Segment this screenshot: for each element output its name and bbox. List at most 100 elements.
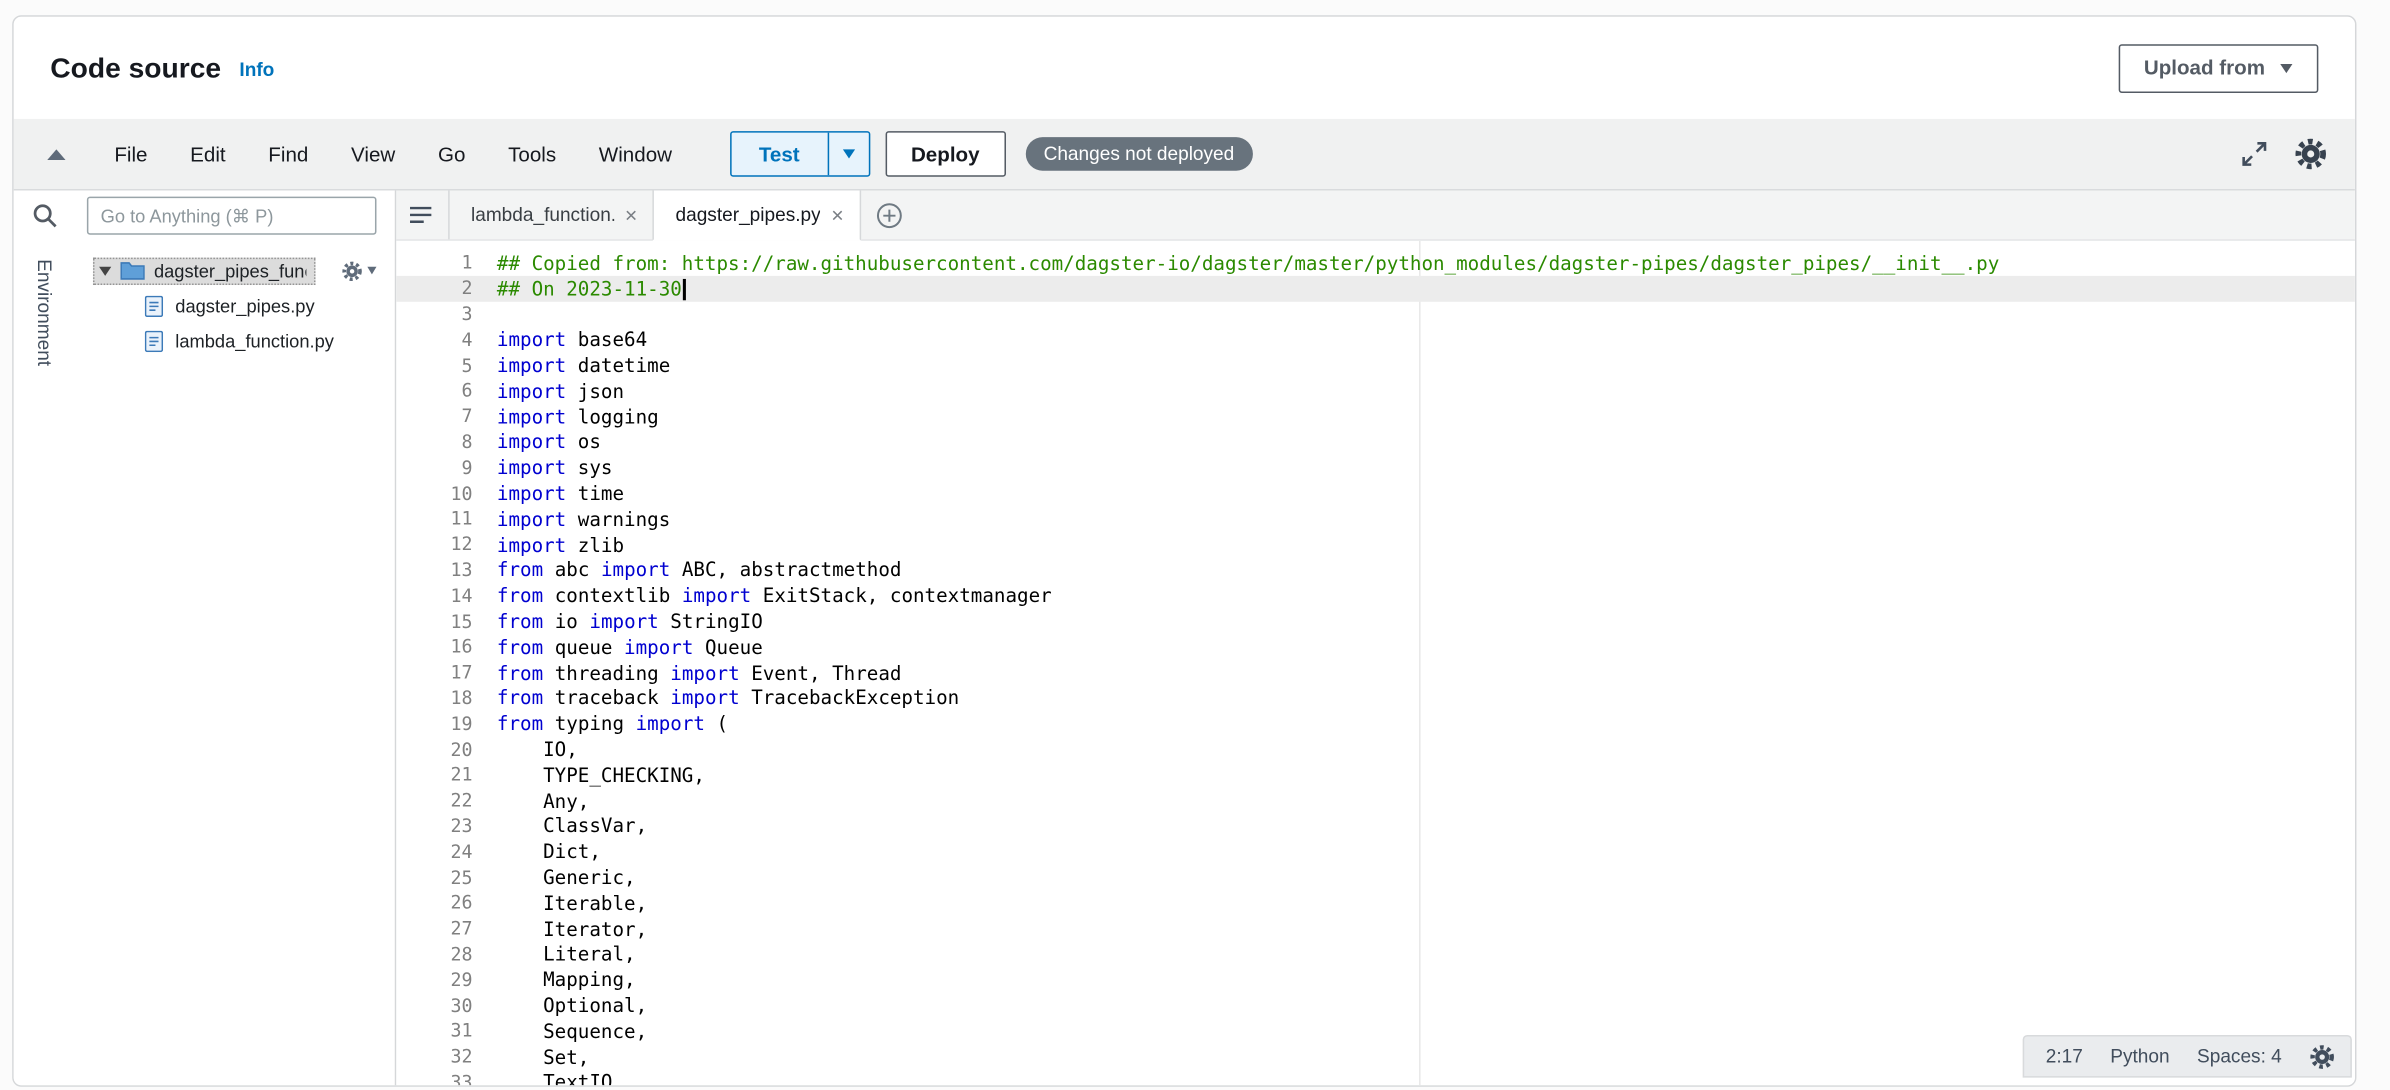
python-file-icon (145, 330, 163, 351)
deploy-button[interactable]: Deploy (885, 131, 1005, 177)
tab-dagster-pipes[interactable]: dagster_pipes.py × (653, 191, 861, 241)
line-number[interactable]: 9 (396, 457, 475, 478)
language-mode[interactable]: Python (2110, 1046, 2169, 1067)
line-number[interactable]: 2 (396, 278, 475, 299)
line-number[interactable]: 6 (396, 380, 475, 401)
search-button[interactable] (31, 203, 57, 229)
line-number[interactable]: 10 (396, 483, 475, 504)
line-number[interactable]: 21 (396, 764, 475, 785)
new-tab-button[interactable] (861, 191, 917, 240)
line-number[interactable]: 1 (396, 252, 475, 273)
line-number[interactable]: 3 (396, 303, 475, 324)
tree-file-row[interactable]: dagster_pipes.py (75, 288, 395, 323)
code-line[interactable]: 26 Iterable, (396, 890, 2355, 916)
code-line[interactable]: 12import zlib (396, 532, 2355, 558)
line-number[interactable]: 31 (396, 1020, 475, 1041)
line-number[interactable]: 13 (396, 559, 475, 580)
menu-window[interactable]: Window (577, 133, 693, 174)
code-line[interactable]: 7import logging (396, 404, 2355, 430)
menu-go[interactable]: Go (417, 133, 487, 174)
code-line[interactable]: 5import datetime (396, 352, 2355, 378)
code-editor[interactable]: 1## Copied from: https://raw.githubuserc… (396, 241, 2355, 1085)
line-number[interactable]: 14 (396, 585, 475, 606)
code-line[interactable]: 29 Mapping, (396, 967, 2355, 993)
settings-button[interactable] (2294, 137, 2328, 171)
code-line[interactable]: 16from queue import Queue (396, 634, 2355, 660)
cursor-position[interactable]: 2:17 (2046, 1046, 2083, 1067)
goto-anything-input[interactable] (87, 197, 377, 235)
menu-find[interactable]: Find (247, 133, 330, 174)
line-number[interactable]: 26 (396, 892, 475, 913)
line-number[interactable]: 25 (396, 867, 475, 888)
code-line[interactable]: 22 Any, (396, 788, 2355, 814)
code-line[interactable]: 28 Literal, (396, 941, 2355, 967)
close-icon[interactable]: × (625, 204, 637, 225)
line-number[interactable]: 23 (396, 815, 475, 836)
tree-folder-row[interactable]: dagster_pipes_function (75, 253, 395, 288)
line-number[interactable]: 24 (396, 841, 475, 862)
line-number[interactable]: 18 (396, 687, 475, 708)
editor-settings-button[interactable] (2309, 1043, 2335, 1069)
line-number[interactable]: 32 (396, 1046, 475, 1067)
upload-from-button[interactable]: Upload from (2118, 43, 2318, 92)
line-number[interactable]: 5 (396, 355, 475, 376)
code-line[interactable]: 14from contextlib import ExitStack, cont… (396, 583, 2355, 609)
close-icon[interactable]: × (831, 204, 843, 225)
line-number[interactable]: 19 (396, 713, 475, 734)
code-line[interactable]: 23 ClassVar, (396, 813, 2355, 839)
code-line[interactable]: 17from threading import Event, Thread (396, 660, 2355, 686)
line-number[interactable]: 30 (396, 995, 475, 1016)
code-line[interactable]: 3 (396, 301, 2355, 327)
code-line[interactable]: 4import base64 (396, 327, 2355, 353)
tab-lambda-function[interactable]: lambda_function.py × (448, 191, 653, 240)
line-number[interactable]: 15 (396, 611, 475, 632)
tree-settings-button[interactable] (341, 260, 376, 281)
tree-file-row[interactable]: lambda_function.py (75, 323, 395, 358)
line-number[interactable]: 28 (396, 943, 475, 964)
code-line[interactable]: 11import warnings (396, 506, 2355, 532)
folder-expand-icon[interactable] (99, 266, 111, 275)
line-number[interactable]: 20 (396, 739, 475, 760)
line-number[interactable]: 8 (396, 431, 475, 452)
code-line[interactable]: 15from io import StringIO (396, 608, 2355, 634)
environment-tab[interactable]: Environment (34, 259, 55, 366)
code-line[interactable]: 13from abc import ABC, abstractmethod (396, 557, 2355, 583)
code-line[interactable]: 8import os (396, 429, 2355, 455)
test-dropdown-button[interactable] (827, 133, 868, 176)
menu-view[interactable]: View (330, 133, 417, 174)
code-text: Optional, (497, 994, 647, 1017)
code-line[interactable]: 2## On 2023-11-30 (396, 276, 2355, 302)
collapse-panel-icon[interactable] (47, 149, 65, 160)
code-line[interactable]: 9import sys (396, 455, 2355, 481)
indent-setting[interactable]: Spaces: 4 (2197, 1046, 2282, 1067)
line-number[interactable]: 33 (396, 1071, 475, 1085)
tab-list-button[interactable] (396, 191, 448, 240)
code-line[interactable]: 27 Iterator, (396, 916, 2355, 942)
menu-edit[interactable]: Edit (169, 133, 247, 174)
line-number[interactable]: 16 (396, 636, 475, 657)
line-number[interactable]: 17 (396, 662, 475, 683)
line-number[interactable]: 27 (396, 918, 475, 939)
code-line[interactable]: 20 IO, (396, 736, 2355, 762)
code-line[interactable]: 6import json (396, 378, 2355, 404)
line-number[interactable]: 22 (396, 790, 475, 811)
code-line[interactable]: 19from typing import ( (396, 711, 2355, 737)
code-line[interactable]: 24 Dict, (396, 839, 2355, 865)
line-number[interactable]: 4 (396, 329, 475, 350)
line-number[interactable]: 7 (396, 406, 475, 427)
code-line[interactable]: 25 Generic, (396, 864, 2355, 890)
code-line[interactable]: 21 TYPE_CHECKING, (396, 762, 2355, 788)
line-number[interactable]: 29 (396, 969, 475, 990)
code-line[interactable]: 30 Optional, (396, 992, 2355, 1018)
code-text: from traceback import TracebackException (497, 687, 959, 710)
code-line[interactable]: 1## Copied from: https://raw.githubuserc… (396, 250, 2355, 276)
test-button[interactable]: Test (731, 133, 827, 176)
line-number[interactable]: 12 (396, 534, 475, 555)
code-line[interactable]: 10import time (396, 480, 2355, 506)
fullscreen-button[interactable] (2241, 140, 2268, 167)
code-line[interactable]: 18 from traceback import TracebackExcepti… (396, 685, 2355, 711)
menu-tools[interactable]: Tools (487, 133, 578, 174)
line-number[interactable]: 11 (396, 508, 475, 529)
menu-file[interactable]: File (93, 133, 169, 174)
info-link[interactable]: Info (239, 59, 274, 80)
